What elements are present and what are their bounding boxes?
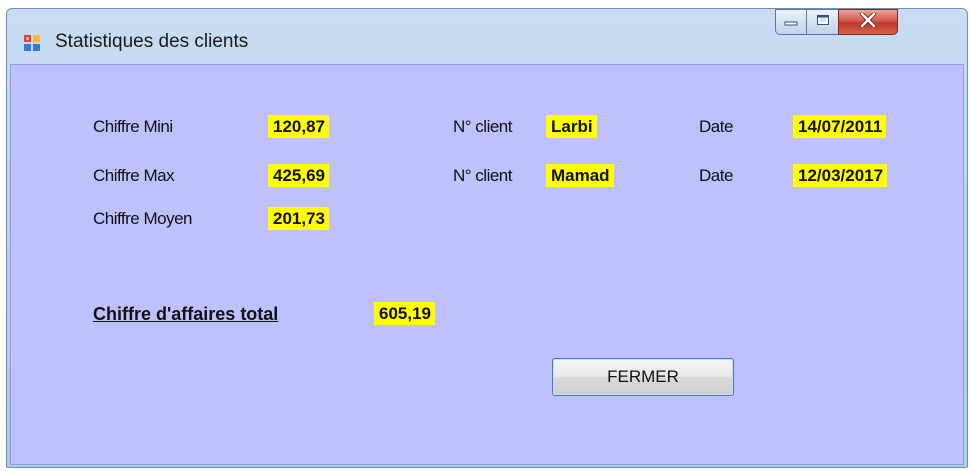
close-icon <box>860 11 876 32</box>
close-window-button[interactable] <box>838 9 898 35</box>
minimize-button[interactable] <box>775 9 807 35</box>
minimize-icon <box>784 13 798 31</box>
maximize-icon <box>816 13 830 31</box>
max-value: 425,69 <box>268 164 329 187</box>
title-bar[interactable]: Statistiques des clients <box>7 9 967 67</box>
avg-label: Chiffre Moyen <box>93 209 193 228</box>
min-client-value: Larbi <box>546 115 597 138</box>
avg-value: 201,73 <box>268 207 329 230</box>
max-date-label: Date <box>699 166 733 185</box>
min-date-value: 14/07/2011 <box>793 115 887 138</box>
window-title: Statistiques des clients <box>55 31 249 52</box>
max-label: Chiffre Max <box>93 166 175 185</box>
max-client-label: N° client <box>453 166 512 185</box>
min-value: 120,87 <box>268 115 329 138</box>
app-window: Statistiques des clients Chiffre Mini 12… <box>6 8 968 468</box>
close-button[interactable]: FERMER <box>552 358 734 396</box>
total-value: 605,19 <box>374 302 435 325</box>
min-label: Chiffre Mini <box>93 117 173 136</box>
maximize-button[interactable] <box>806 9 839 35</box>
form-client-area: Chiffre Mini 120,87 N° client Larbi Date… <box>10 64 964 465</box>
min-client-label: N° client <box>453 117 512 136</box>
total-label: Chiffre d'affaires total <box>93 304 279 324</box>
max-date-value: 12/03/2017 <box>793 164 888 187</box>
min-date-label: Date <box>699 117 733 136</box>
windows-form-icon[interactable] <box>24 35 40 51</box>
max-client-value: Mamad <box>546 164 614 187</box>
